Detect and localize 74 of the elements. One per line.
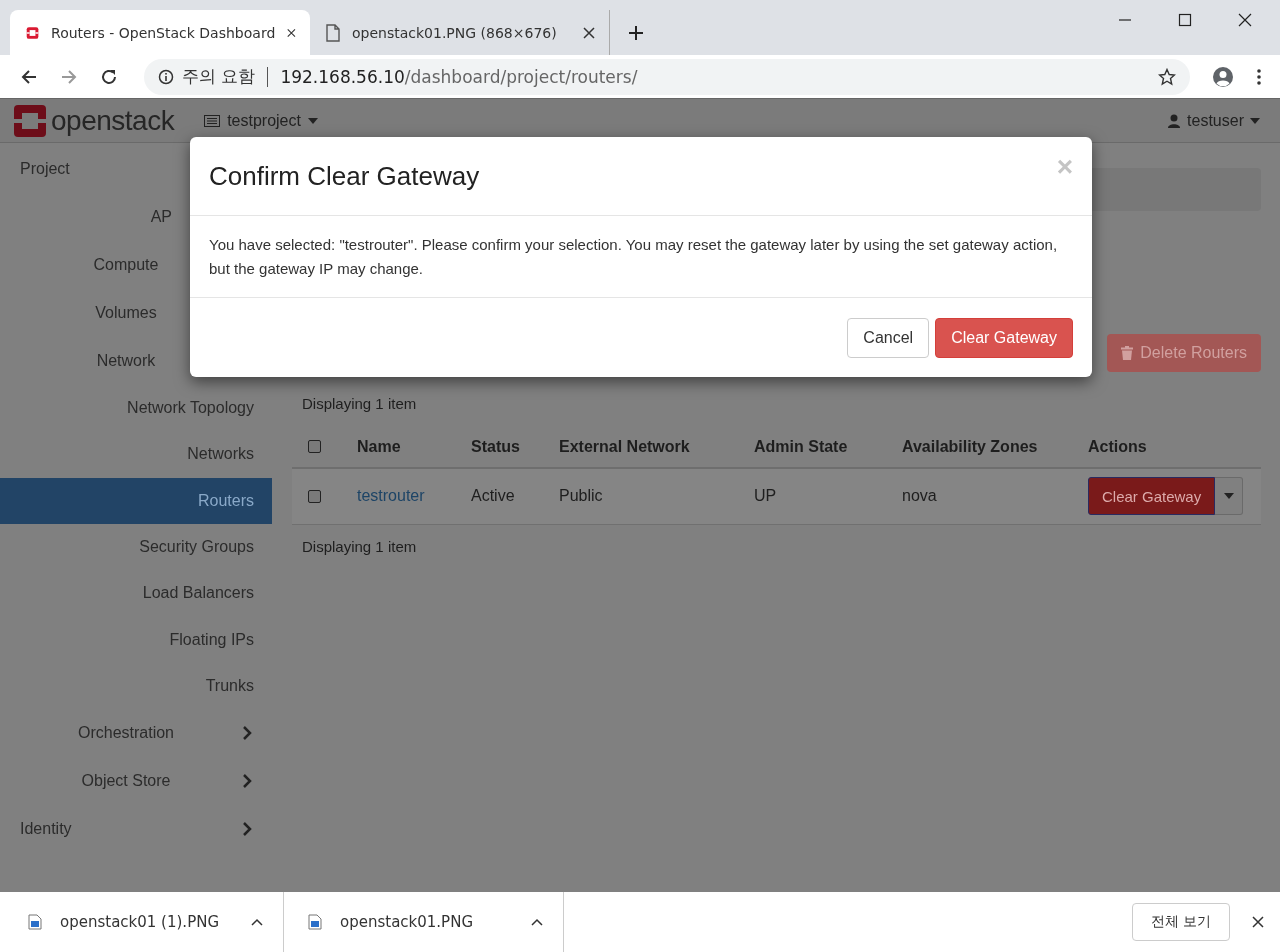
maximize-icon[interactable] (1178, 13, 1192, 27)
address-bar[interactable]: 주의 요함 192.168.56.10/dashboard/project/routers/ (144, 58, 1190, 95)
item-count: Displaying 1 item (301, 536, 418, 557)
row-checkbox[interactable] (308, 489, 321, 503)
security-label[interactable]: 주의 요함 (182, 65, 256, 88)
dialog-message: You have selected: "testrouter". Please confirm your selection. You may reset the gateway later by using the set gateway action, but the gateway IP may change. (209, 235, 1059, 279)
download-item[interactable]: openstack01 (1).PNG (28, 892, 284, 952)
caret-icon (1223, 493, 1234, 500)
project-dropdown[interactable]: testproject (204, 111, 318, 130)
column-header[interactable]: External Network (551, 426, 746, 468)
sidebar-item[interactable]: Compute (60, 256, 192, 274)
column-header[interactable]: Availability Zones (894, 426, 1080, 468)
star-icon[interactable] (1158, 67, 1176, 86)
chevron-right-icon[interactable] (242, 821, 252, 838)
column-header[interactable]: Admin State (746, 426, 894, 468)
item-count: Displaying 1 item (301, 394, 418, 414)
clear-gateway-button[interactable]: Clear Gateway (1088, 477, 1216, 516)
new-tab-icon[interactable] (628, 25, 644, 41)
openstack-logo-icon[interactable] (13, 103, 47, 138)
close-icon[interactable] (583, 26, 595, 39)
chevron-up-icon (531, 918, 543, 926)
menu-icon[interactable] (1256, 67, 1262, 86)
sidebar-item[interactable]: Routers (197, 491, 254, 510)
sidebar-item[interactable]: Networks (187, 445, 254, 464)
reload-icon[interactable] (100, 67, 118, 86)
info-icon[interactable] (158, 68, 174, 85)
user-dropdown[interactable]: testuser (1167, 111, 1260, 130)
logo-text[interactable]: openstack (51, 104, 175, 137)
close-icon[interactable] (1252, 916, 1264, 928)
sidebar-item[interactable]: Security Groups (139, 538, 254, 557)
image-file-icon (28, 914, 42, 930)
sidebar-item[interactable]: Load Balancers (142, 584, 254, 603)
chevron-up-icon (251, 918, 263, 926)
close-icon[interactable] (1238, 13, 1252, 27)
chevron-right-icon[interactable] (242, 773, 252, 790)
caret-icon (1250, 117, 1260, 124)
table-cell: nova (894, 468, 1080, 524)
chevron-right-icon[interactable] (242, 725, 252, 742)
sidebar-item[interactable]: Project (20, 160, 70, 178)
browser-tab[interactable]: Routers - OpenStack Dashboard (10, 10, 310, 55)
sidebar-item[interactable]: Floating IPs (169, 630, 254, 649)
sidebar-item[interactable]: Object Store (60, 772, 192, 791)
user-icon (1167, 113, 1182, 128)
table-cell: Active (463, 468, 551, 524)
image-file-icon (308, 914, 322, 930)
download-item[interactable]: openstack01.PNG (308, 892, 564, 952)
select-all-checkbox[interactable] (308, 440, 321, 453)
sidebar-item[interactable]: Network (60, 352, 192, 370)
router-link[interactable]: testrouter (357, 487, 425, 505)
back-icon[interactable] (20, 67, 38, 86)
trash-icon (1121, 346, 1134, 360)
dropdown-toggle[interactable] (1215, 477, 1244, 516)
forward-icon[interactable] (60, 67, 78, 86)
column-header[interactable]: Actions (1080, 426, 1261, 468)
sidebar-item[interactable]: Trunks (205, 676, 254, 695)
cancel-button[interactable]: Cancel (847, 317, 930, 358)
dialog-title: Confirm Clear Gateway (209, 160, 480, 192)
sidebar-item[interactable]: Orchestration (60, 724, 192, 743)
column-header[interactable]: Name (349, 426, 463, 468)
caret-icon (307, 117, 318, 124)
table-cell: UP (746, 468, 894, 524)
sidebar-item[interactable]: Identity (20, 820, 72, 839)
sidebar-item[interactable]: AP (60, 208, 172, 226)
sidebar-item[interactable]: Volumes (60, 304, 192, 322)
show-all-button[interactable]: 전체 보기 (1131, 903, 1230, 941)
account-icon[interactable] (1212, 65, 1234, 88)
file-icon (326, 23, 340, 42)
list-icon (204, 114, 221, 127)
sidebar-item[interactable]: Network Topology (127, 399, 254, 418)
close-icon[interactable] (287, 26, 296, 39)
clear-gateway-button[interactable]: Clear Gateway (935, 317, 1073, 358)
column-header[interactable]: Status (463, 426, 551, 468)
url-text[interactable]: 192.168.56.10/dashboard/project/routers/ (280, 66, 638, 87)
table-cell: Public (551, 468, 746, 524)
